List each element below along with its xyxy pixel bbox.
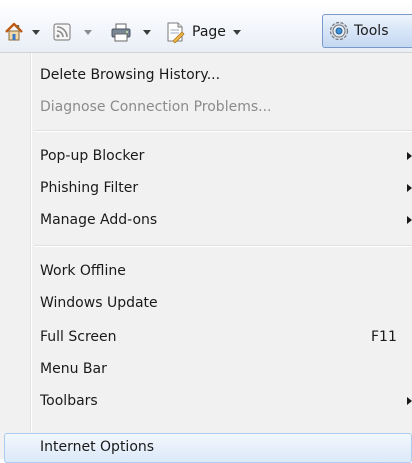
tools-menu-button[interactable]: Tools: [322, 14, 412, 48]
chevron-down-icon: [84, 29, 92, 35]
menu-item-label: Toolbars: [40, 393, 98, 409]
menu-item-label: Diagnose Connection Problems...: [40, 99, 272, 115]
menu-item-windows-update[interactable]: Windows Update: [0, 289, 412, 317]
page-menu-button[interactable]: Page: [164, 16, 241, 48]
menu-item-label: Menu Bar: [40, 361, 107, 377]
print-button[interactable]: [110, 16, 132, 48]
menu-item-label: Phishing Filter: [40, 180, 139, 196]
gear-icon: [329, 21, 349, 41]
menu-item-menu-bar[interactable]: Menu Bar: [0, 355, 412, 383]
home-icon: [5, 22, 23, 41]
menu-item-diagnose-connection-problems: Diagnose Connection Problems...: [0, 93, 412, 121]
submenu-arrow-icon: [407, 216, 412, 224]
menu-item-label: Full Screen: [40, 329, 117, 345]
menu-item-label: Pop-up Blocker: [40, 148, 145, 164]
chevron-down-icon: [32, 29, 40, 35]
menu-item-toolbars[interactable]: Toolbars: [0, 387, 412, 415]
page-menu-label: Page: [192, 24, 226, 40]
home-button[interactable]: [3, 16, 25, 48]
submenu-arrow-icon: [407, 152, 412, 160]
chevron-down-icon: [232, 29, 241, 35]
menu-item-internet-options[interactable]: Internet Options: [4, 433, 412, 463]
menu-item-full-screen[interactable]: Full Screen F11: [0, 323, 412, 351]
shortcut-label: F11: [371, 329, 397, 345]
feeds-dropdown-button[interactable]: [84, 16, 92, 48]
menu-item-manage-add-ons[interactable]: Manage Add-ons: [0, 206, 412, 234]
print-dropdown-button[interactable]: [143, 16, 151, 48]
menu-item-phishing-filter[interactable]: Phishing Filter: [0, 174, 412, 202]
printer-icon: [111, 23, 131, 42]
submenu-arrow-icon: [407, 184, 412, 192]
home-dropdown-button[interactable]: [32, 16, 40, 48]
menu-item-label: Windows Update: [40, 295, 158, 311]
menu-item-label: Work Offline: [40, 263, 126, 279]
menu-item-label: Internet Options: [40, 439, 155, 455]
page-icon: [167, 22, 185, 43]
submenu-arrow-icon: [407, 397, 412, 405]
menu-item-work-offline[interactable]: Work Offline: [0, 257, 412, 285]
menu-item-popup-blocker[interactable]: Pop-up Blocker: [0, 142, 412, 170]
command-bar: Page Tools: [0, 0, 412, 52]
chevron-down-icon: [143, 29, 151, 35]
menu-item-label: Manage Add-ons: [40, 212, 158, 228]
tools-dropdown-menu: Delete Browsing History... Diagnose Conn…: [0, 52, 412, 463]
feeds-icon: [53, 23, 71, 41]
tools-menu-label: Tools: [354, 23, 389, 39]
menu-item-label: Delete Browsing History...: [40, 67, 221, 83]
menu-item-delete-browsing-history[interactable]: Delete Browsing History...: [0, 61, 412, 89]
feeds-button[interactable]: [51, 16, 73, 48]
menu-separator: [34, 130, 412, 131]
menu-separator: [34, 245, 412, 246]
